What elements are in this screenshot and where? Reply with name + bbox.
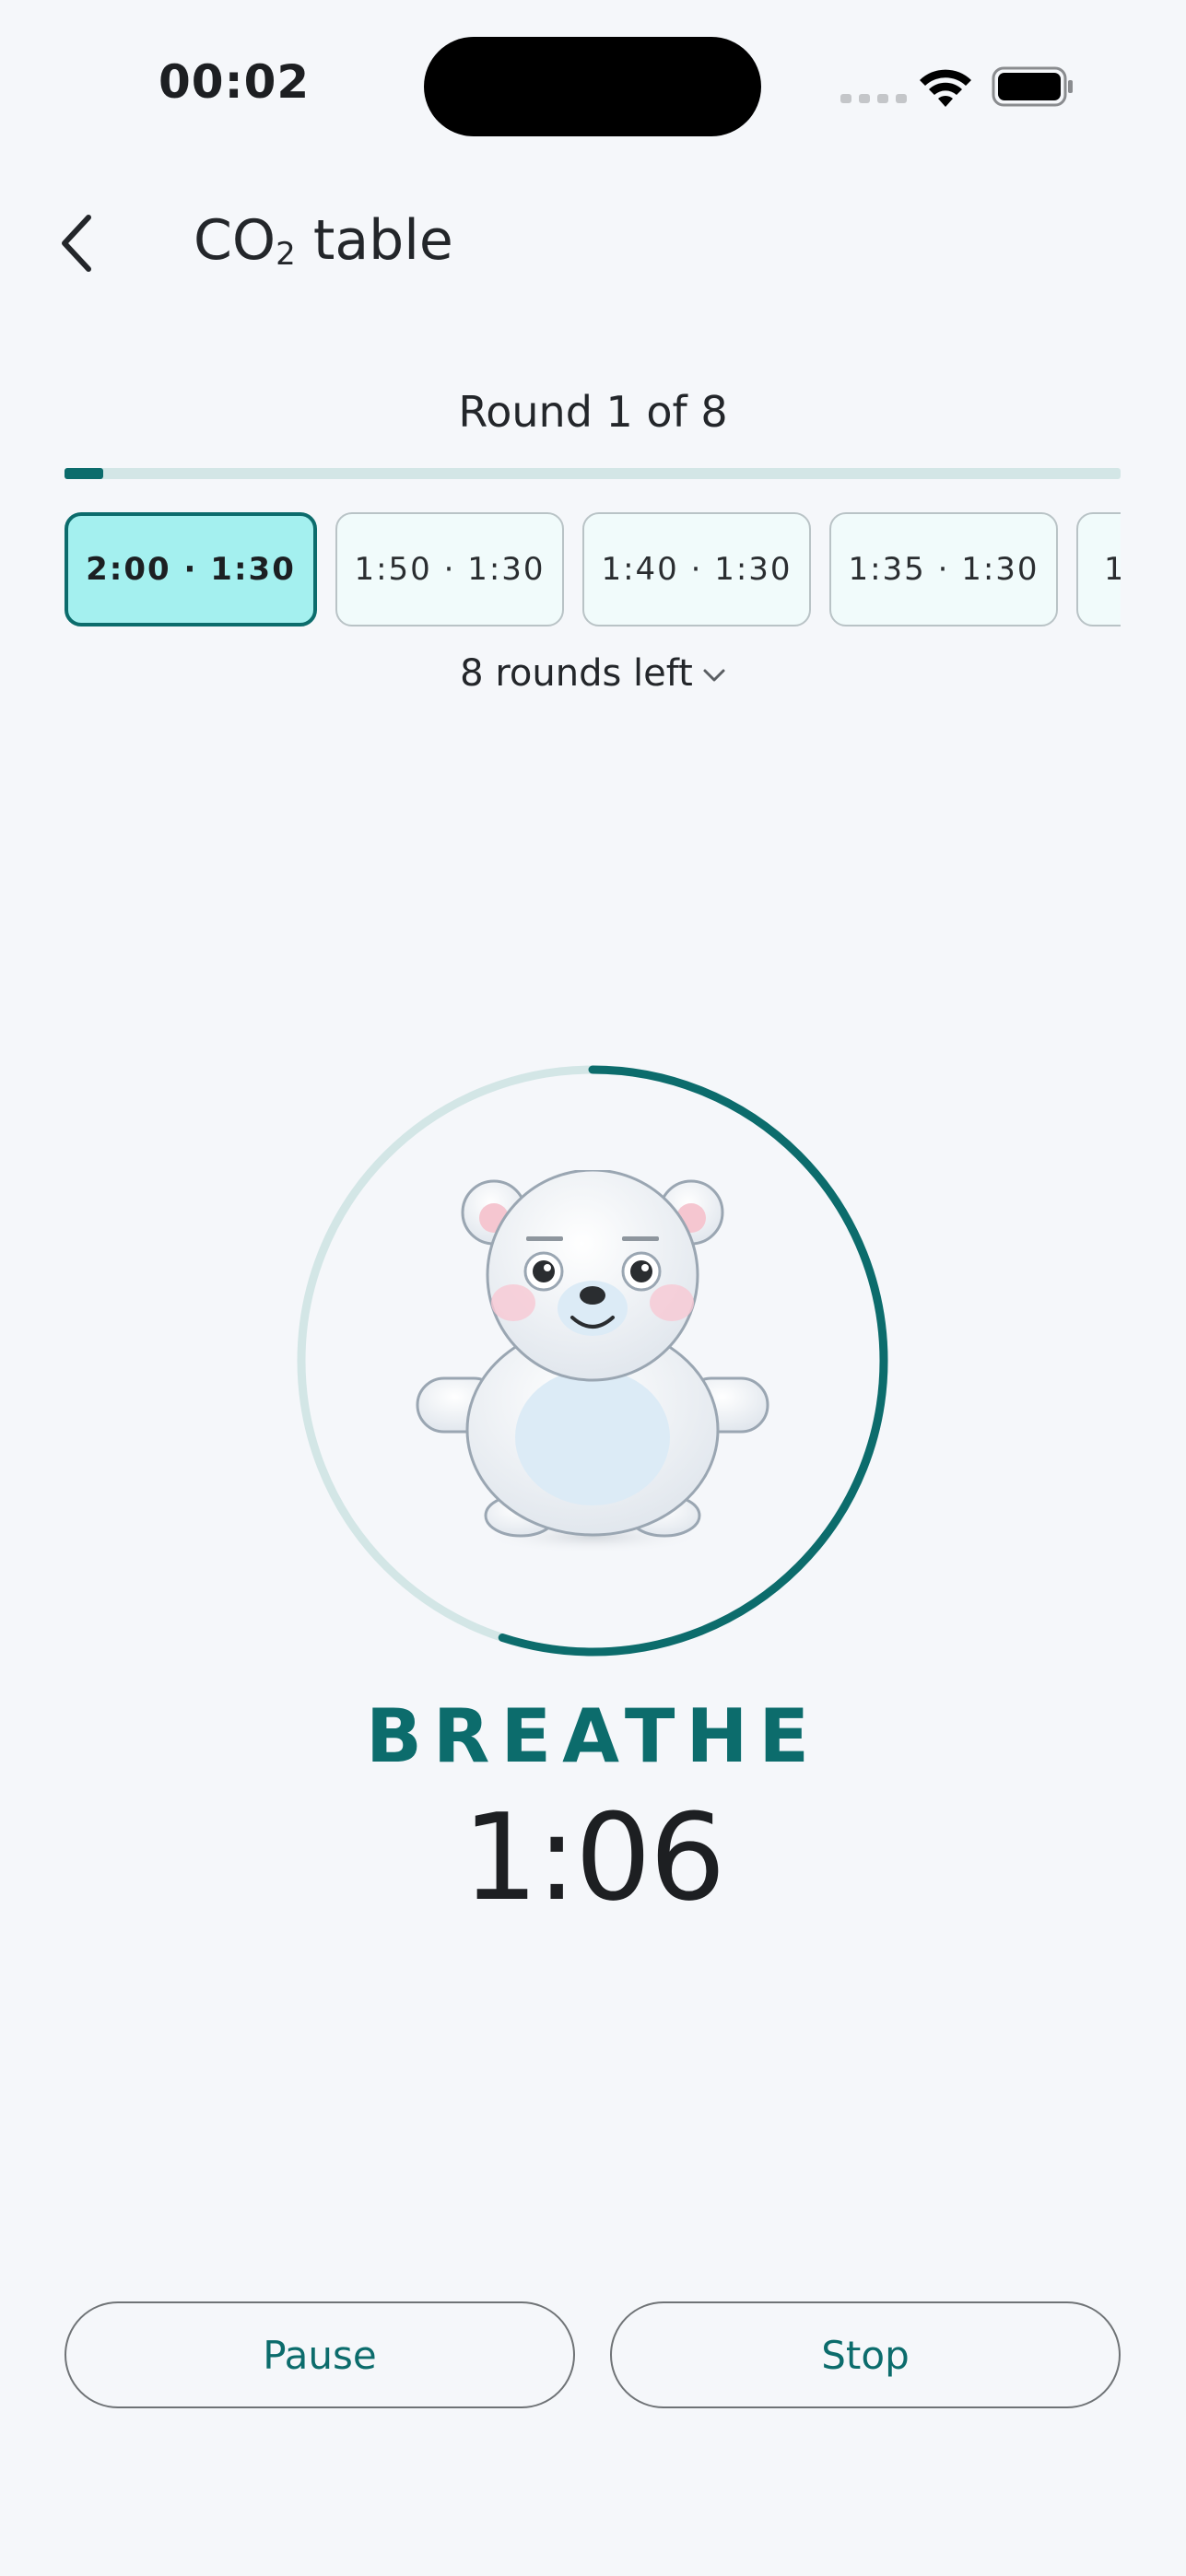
page-title: CO2 table: [194, 208, 453, 273]
battery-icon: [992, 66, 1073, 107]
round-chip[interactable]: 1:35 · 1:30: [829, 512, 1058, 626]
round-progress-bar: [65, 468, 1121, 479]
back-button[interactable]: [52, 210, 103, 276]
wifi-icon: [920, 69, 971, 107]
page-title-rest: table: [295, 208, 453, 273]
pause-button[interactable]: Pause: [65, 2301, 575, 2408]
rounds-left-toggle[interactable]: 8 rounds left: [0, 652, 1186, 695]
round-label: Round 1 of 8: [458, 387, 728, 437]
round-chip-strip[interactable]: 2:00 · 1:30 1:50 · 1:30 1:40 · 1:30 1:35…: [65, 512, 1121, 630]
rounds-left-label: 8 rounds left: [460, 652, 693, 695]
page-title-subscript: 2: [276, 236, 296, 273]
status-time: 00:02: [159, 55, 311, 109]
round-progress-fill: [65, 468, 103, 479]
countdown-timer: 1:06: [462, 1787, 726, 1927]
stop-button[interactable]: Stop: [610, 2301, 1121, 2408]
chevron-down-icon: [703, 669, 725, 682]
page-title-main: CO: [194, 208, 276, 273]
round-chip[interactable]: 1: [1076, 512, 1121, 626]
cellular-signal-icon: [840, 94, 907, 103]
round-chip[interactable]: 2:00 · 1:30: [65, 512, 317, 626]
round-chip[interactable]: 1:40 · 1:30: [582, 512, 811, 626]
phase-label: BREATHE: [365, 1693, 821, 1779]
dynamic-island: [424, 37, 761, 136]
round-chip[interactable]: 1:50 · 1:30: [335, 512, 564, 626]
polar-bear-icon: [416, 1170, 769, 1553]
